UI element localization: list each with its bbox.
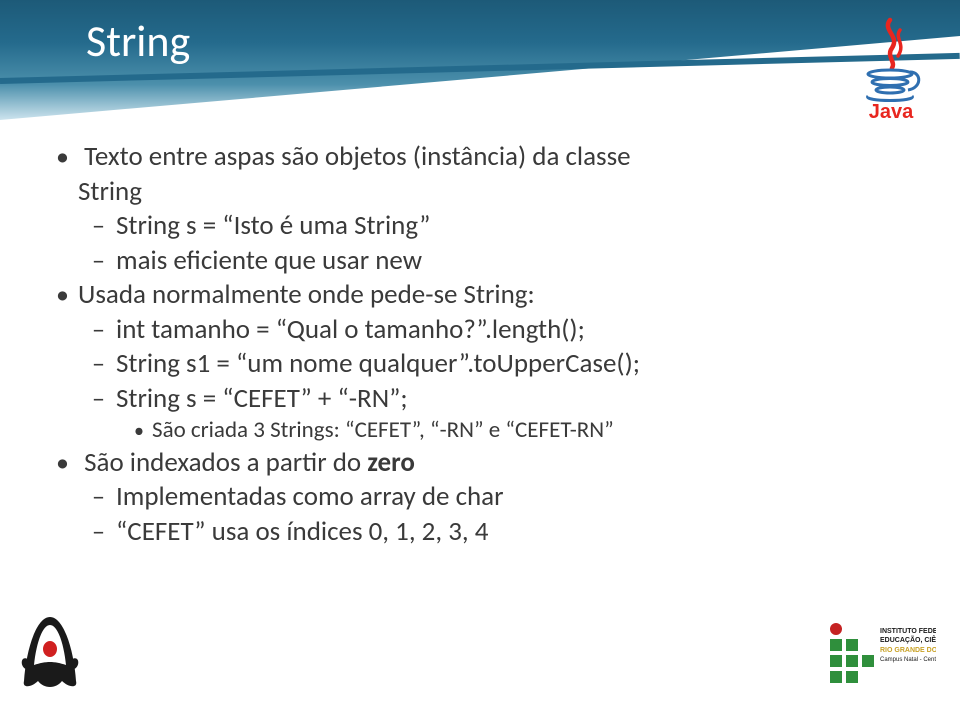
svg-text:INSTITUTO FEDERAL DE: INSTITUTO FEDERAL DE [880,628,936,635]
institute-logo-icon: INSTITUTO FEDERAL DE EDUCAÇÃO, CIÊNCIA E… [826,619,936,689]
bullet-level1: Texto entre aspas são objetos (instância… [56,140,880,175]
slide-title: String [86,14,190,68]
svg-text:EDUCAÇÃO, CIÊNCIA E TECNOLOGIA: EDUCAÇÃO, CIÊNCIA E TECNOLOGIA [880,635,936,644]
bullet-level3: São criada 3 Strings: “CEFET”, “-RN” e “… [134,416,880,445]
bullet-level2: “CEFET” usa os índices 0, 1, 2, 3, 4 [92,515,880,550]
text: São indexados a partir do [84,446,367,479]
svg-text:Campus Natal - Central: Campus Natal - Central [880,657,936,663]
bullet-level2: String s = “CEFET” + “-RN”; [92,382,880,417]
bullet-level2: Implementadas como array de char [92,480,880,515]
text: Texto entre aspas são objetos (instância… [84,140,630,173]
bullet-level2: mais eficiente que usar new [92,244,880,279]
bullet-continuation: String [78,175,880,210]
java-logo-icon: Java [852,12,930,122]
bullet-level2: String s = “Isto é uma String” [92,209,880,244]
svg-text:Java: Java [869,101,914,122]
bullet-level1: São indexados a partir do zero [56,446,880,481]
duke-mascot-icon [18,611,83,691]
svg-text:RIO GRANDE DO NORTE: RIO GRANDE DO NORTE [880,647,936,654]
slide-content: Texto entre aspas são objetos (instância… [56,140,880,549]
bullet-level2: String s1 = “um nome qualquer”.toUpperCa… [92,347,880,382]
text-bold: zero [367,446,415,479]
bullet-level2: int tamanho = “Qual o tamanho?”.length()… [92,313,880,348]
bullet-level1: Usada normalmente onde pede-se String: [56,278,880,313]
